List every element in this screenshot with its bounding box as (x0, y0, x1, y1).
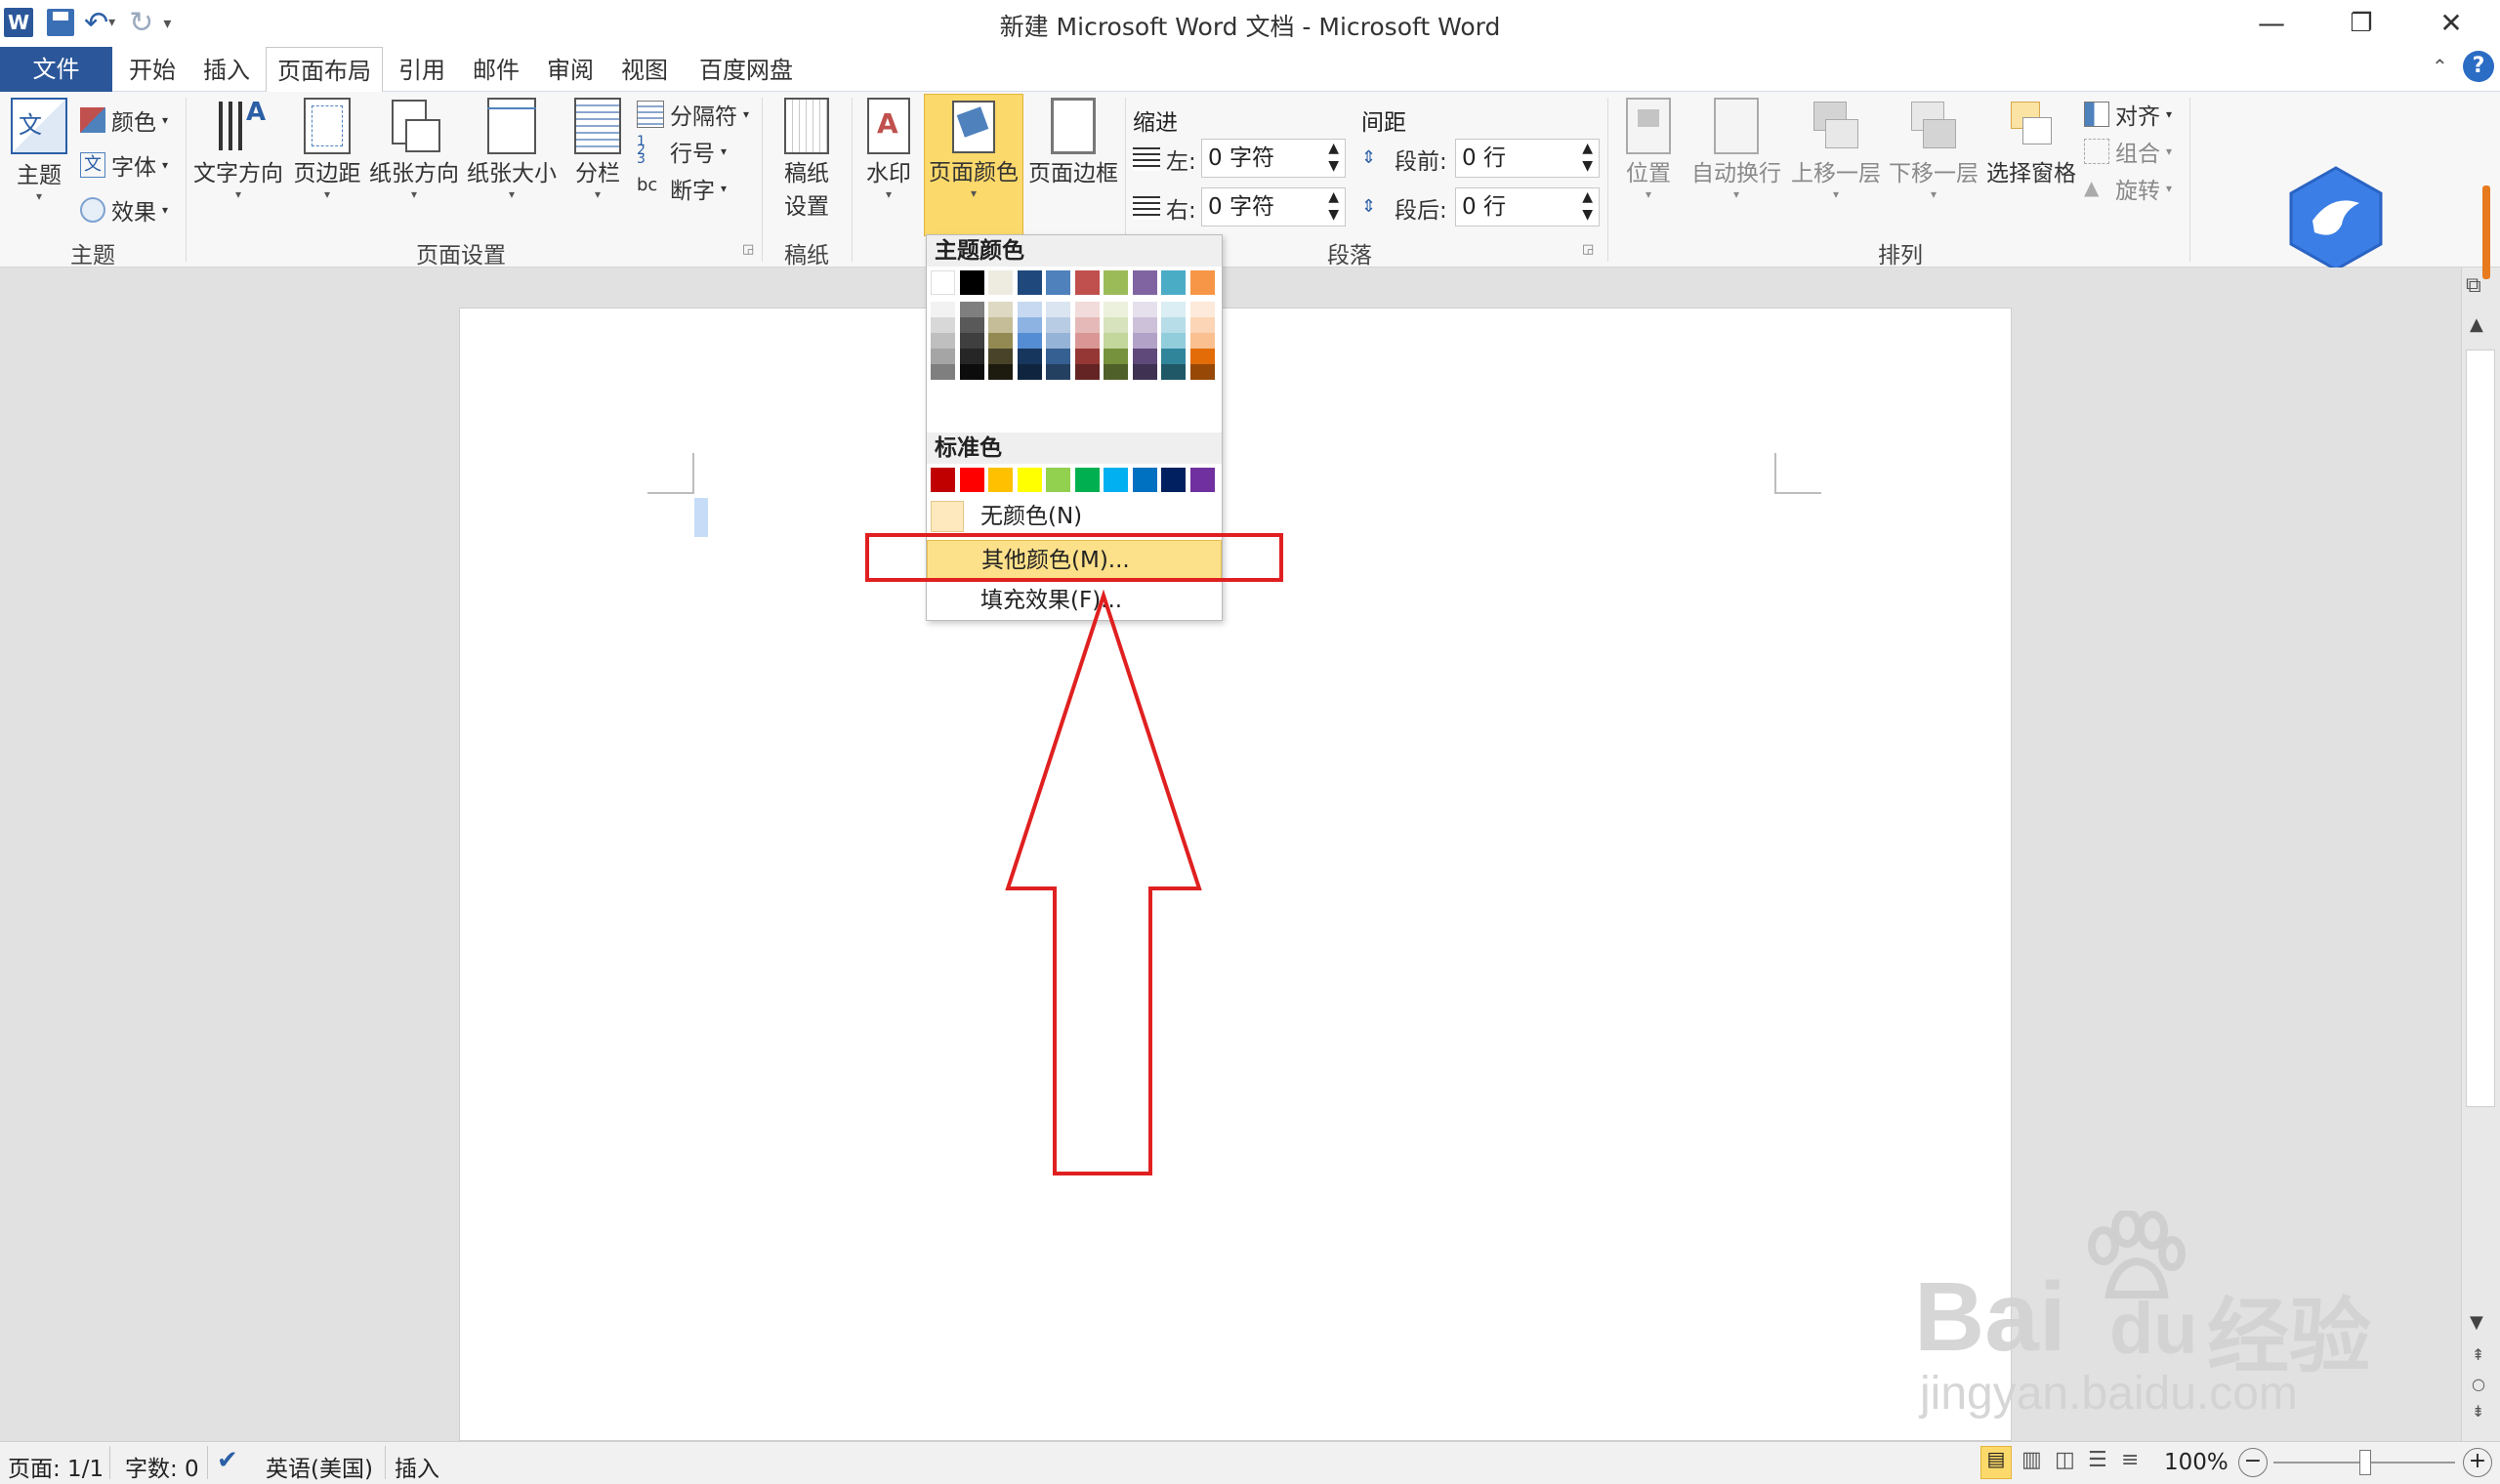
zoom-slider-thumb[interactable] (2359, 1450, 2371, 1475)
web-layout-icon[interactable]: ◫ (2055, 1448, 2075, 1472)
print-layout-icon[interactable]: ▤ (1980, 1446, 2012, 1479)
watermark-brand: Bai (1914, 1262, 2066, 1372)
status-bar: 页面: 1/1 字数: 0 ✔ 英语(美国) 插入 ▤ ▥ ◫ ☰ ≡ 100%… (0, 1441, 2500, 1484)
status-divider (385, 1446, 386, 1479)
draft-icon[interactable]: ≡ (2121, 1448, 2139, 1472)
proofing-icon[interactable]: ✔ (217, 1446, 238, 1475)
zoom-level[interactable]: 100% (2164, 1450, 2229, 1475)
status-divider (109, 1446, 110, 1479)
highlight-box (865, 533, 1283, 582)
outline-icon[interactable]: ☰ (2088, 1448, 2107, 1472)
status-mode[interactable]: 插入 (395, 1450, 439, 1483)
status-page[interactable]: 页面: 1/1 (8, 1450, 104, 1483)
arrow-up-annotation (1005, 589, 1202, 1175)
full-screen-reading-icon[interactable]: ▥ (2021, 1448, 2042, 1472)
baidu-watermark: Bai du 经验 jingyan.baidu.com (1914, 1209, 2383, 1425)
status-words[interactable]: 字数: 0 (125, 1450, 199, 1483)
status-language[interactable]: 英语(美国) (266, 1450, 373, 1483)
watermark-url: jingyan.baidu.com (1920, 1368, 2298, 1420)
zoom-in-icon[interactable]: + (2463, 1448, 2492, 1477)
zoom-out-icon[interactable]: − (2238, 1448, 2268, 1477)
status-divider (207, 1446, 208, 1479)
watermark-brand2: du (2109, 1288, 2198, 1369)
